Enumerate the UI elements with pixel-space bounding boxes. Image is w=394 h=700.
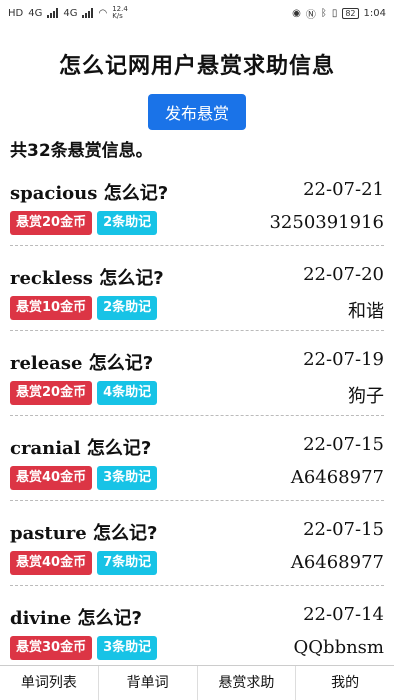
nav-mine[interactable]: 我的 [296, 666, 394, 700]
item-badges: 悬赏10金币 2条助记 [10, 296, 158, 320]
item-user: A6468977 [290, 552, 384, 573]
item-question: 怎么记? [86, 523, 158, 544]
help-count-badge: 2条助记 [97, 211, 158, 235]
list-item[interactable]: pasture 怎么记? 22-07-15 悬赏40金币 7条助记 A64689… [10, 501, 384, 586]
item-badges: 悬赏40金币 3条助记 [10, 466, 158, 490]
signal-icon-2 [82, 8, 94, 18]
item-word: pasture [10, 523, 87, 544]
help-count-badge: 4条助记 [97, 381, 158, 405]
network-type-1: 4G [28, 7, 43, 19]
item-user: 狗子 [348, 386, 384, 407]
reward-badge: 悬赏10金币 [10, 296, 93, 320]
bottom-nav: 单词列表 背单词 悬赏求助 我的 [0, 665, 394, 700]
item-date: 22-07-15 [303, 434, 384, 455]
item-title[interactable]: release 怎么记? [10, 349, 153, 375]
item-title[interactable]: pasture 怎么记? [10, 519, 157, 545]
clock: 1:04 [363, 7, 386, 19]
help-count-badge: 3条助记 [97, 636, 158, 660]
item-user: A6468977 [290, 467, 384, 488]
reward-badge: 悬赏30金币 [10, 636, 93, 660]
list-item[interactable]: spacious 怎么记? 22-07-21 悬赏20金币 2条助记 32503… [10, 161, 384, 246]
reward-badge: 悬赏40金币 [10, 466, 93, 490]
item-title[interactable]: cranial 怎么记? [10, 434, 151, 460]
signal-icon [47, 8, 59, 18]
item-question: 怎么记? [92, 268, 164, 289]
hd-indicator: HD [8, 7, 24, 19]
help-count-badge: 3条助记 [97, 466, 158, 490]
item-badges: 悬赏20金币 4条助记 [10, 381, 158, 405]
network-type-2: 4G [63, 7, 78, 19]
item-badges: 悬赏30金币 3条助记 [10, 636, 158, 660]
net-speed: 12.4 K/s [112, 5, 128, 20]
item-question: 怎么记? [80, 438, 152, 459]
help-count-badge: 2条助记 [97, 296, 158, 320]
reward-badge: 悬赏20金币 [10, 211, 93, 235]
battery-icon: 82 [342, 7, 359, 19]
item-question: 怎么记? [71, 608, 142, 629]
bounty-list: spacious 怎么记? 22-07-21 悬赏20金币 2条助记 32503… [10, 161, 384, 671]
vibrate-icon: ▯ [331, 7, 338, 19]
reward-badge: 悬赏20金币 [10, 381, 93, 405]
item-date: 22-07-19 [303, 349, 384, 370]
item-badges: 悬赏20金币 2条助记 [10, 211, 158, 235]
item-badges: 悬赏40金币 7条助记 [10, 551, 158, 575]
item-word: cranial [10, 438, 81, 459]
wifi-icon: ◠ [98, 7, 108, 19]
item-question: 怎么记? [82, 353, 154, 374]
reward-badge: 悬赏40金币 [10, 551, 93, 575]
item-word: reckless [10, 268, 93, 289]
item-title[interactable]: divine 怎么记? [10, 604, 142, 630]
list-item[interactable]: reckless 怎么记? 22-07-20 悬赏10金币 2条助记 和谐 [10, 246, 384, 331]
nav-bounty-help[interactable]: 悬赏求助 [198, 666, 297, 700]
item-word: release [10, 353, 83, 374]
bounty-count: 共32条悬赏信息。 [10, 141, 153, 161]
item-title[interactable]: spacious 怎么记? [10, 179, 168, 205]
help-count-badge: 7条助记 [97, 551, 158, 575]
bluetooth-icon: ᛒ [320, 7, 327, 19]
nav-word-list[interactable]: 单词列表 [0, 666, 99, 700]
item-question: 怎么记? [97, 183, 169, 204]
publish-bounty-button[interactable]: 发布悬赏 [148, 94, 246, 130]
status-bar: HD 4G 4G ◠ 12.4 K/s ◉ Ⓝ ᛒ ▯ 82 1:04 [0, 0, 394, 26]
nfc-icon: Ⓝ [305, 9, 316, 21]
list-item[interactable]: divine 怎么记? 22-07-14 悬赏30金币 3条助记 QQbbnsm [10, 586, 384, 671]
status-right: ◉ Ⓝ ᛒ ▯ 82 1:04 [292, 6, 386, 21]
status-left: HD 4G 4G ◠ 12.4 K/s [8, 6, 128, 20]
eye-icon: ◉ [292, 7, 301, 19]
item-date: 22-07-14 [303, 604, 384, 625]
nav-memorize[interactable]: 背单词 [99, 666, 198, 700]
item-user: 3250391916 [269, 212, 384, 233]
item-date: 22-07-21 [303, 179, 384, 200]
item-word: spacious [10, 183, 98, 204]
item-word: divine [10, 608, 72, 629]
page-title: 怎么记网用户悬赏求助信息 [58, 54, 335, 79]
list-item[interactable]: cranial 怎么记? 22-07-15 悬赏40金币 3条助记 A64689… [10, 416, 384, 501]
item-date: 22-07-20 [303, 264, 384, 285]
item-title[interactable]: reckless 怎么记? [10, 264, 164, 290]
item-date: 22-07-15 [303, 519, 384, 540]
list-item[interactable]: release 怎么记? 22-07-19 悬赏20金币 4条助记 狗子 [10, 331, 384, 416]
item-user: 和谐 [348, 301, 384, 322]
item-user: QQbbnsm [293, 637, 384, 658]
